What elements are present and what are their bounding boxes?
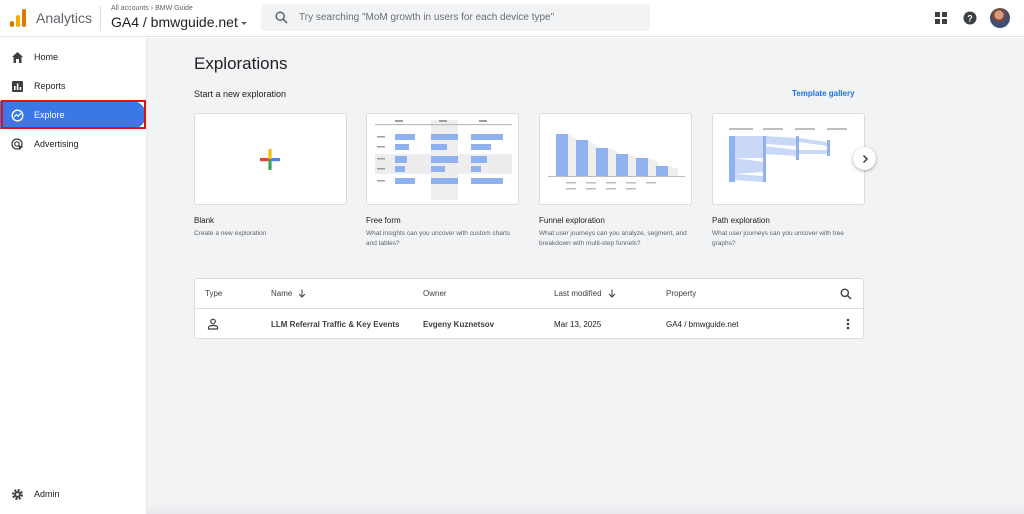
sidebar-item-label: Advertising	[34, 139, 79, 149]
template-card-blank[interactable]	[194, 113, 347, 205]
app-name: Analytics	[36, 10, 93, 26]
header-divider	[100, 6, 101, 31]
free-form-thumbnail-icon	[375, 120, 512, 200]
sidebar-item-admin[interactable]: Admin	[0, 480, 146, 508]
breadcrumb[interactable]: All accounts › BMW Guide	[111, 5, 193, 12]
column-label: Name	[271, 289, 293, 298]
template-card-free-form[interactable]	[366, 113, 519, 205]
column-label: Type	[205, 289, 223, 298]
person-icon	[207, 318, 219, 330]
template-title-free-form: Free form	[366, 216, 401, 225]
next-templates-button[interactable]	[853, 147, 876, 170]
search-icon	[275, 11, 288, 24]
sidebar-item-label: Explore	[34, 110, 65, 120]
template-desc-path: What user journeys can you uncover with …	[712, 230, 844, 247]
section-label: Start a new exploration	[194, 89, 287, 99]
arrow-down-icon	[608, 289, 615, 298]
explore-icon	[11, 108, 24, 122]
template-desc-funnel: What user journeys can you analyze, segm…	[539, 230, 687, 247]
column-header-last-modified[interactable]: Last modified	[554, 289, 616, 298]
column-header-name[interactable]: Name	[271, 289, 306, 298]
sidebar: Home Reports Explore Advertising Admin	[0, 38, 147, 514]
sidebar-item-home[interactable]: Home	[0, 43, 146, 71]
template-desc-free-form: What insights can you uncover with custo…	[366, 230, 511, 247]
main-content: Explorations Start a new exploration Tem…	[147, 38, 1024, 514]
bottom-shade	[147, 504, 1024, 514]
arrow-down-icon	[298, 289, 306, 298]
template-title-funnel: Funnel exploration	[539, 216, 605, 225]
sidebar-item-advertising[interactable]: Advertising	[0, 130, 146, 158]
search-bar[interactable]	[261, 4, 650, 31]
column-header-owner[interactable]: Owner	[423, 289, 447, 298]
table-row[interactable]: LLM Referral Traffic & Key Events Evgeny…	[195, 309, 863, 339]
sidebar-item-explore[interactable]: Explore	[0, 101, 146, 129]
row-last-modified: Mar 13, 2025	[554, 320, 602, 329]
sidebar-item-label: Reports	[34, 81, 66, 91]
breadcrumb-all-accounts[interactable]: All accounts	[111, 5, 149, 12]
sidebar-item-label: Admin	[34, 489, 60, 499]
plus-icon	[260, 149, 280, 170]
template-card-path[interactable]	[712, 113, 865, 205]
template-desc-blank: Create a new exploration	[194, 230, 267, 237]
column-label: Owner	[423, 289, 447, 298]
svg-text:?: ?	[967, 13, 973, 23]
column-header-type[interactable]: Type	[205, 289, 222, 298]
sidebar-item-label: Home	[34, 52, 59, 62]
column-label: Property	[666, 289, 697, 298]
path-thumbnail-icon	[729, 128, 847, 182]
help-icon[interactable]: ?	[963, 11, 977, 25]
more-vert-icon[interactable]	[845, 318, 851, 330]
template-gallery-link[interactable]: Template gallery	[792, 89, 855, 98]
home-icon	[12, 51, 23, 63]
table-header: Type Name Owner Last modified Property	[195, 279, 863, 309]
row-name-link[interactable]: LLM Referral Traffic & Key Events	[271, 320, 399, 329]
row-owner: Evgeny Kuznetsov	[423, 320, 495, 329]
top-bar: Analytics All accounts › BMW Guide GA4 /…	[0, 0, 1024, 37]
analytics-logo-icon[interactable]	[10, 9, 26, 27]
template-title-blank: Blank	[194, 216, 215, 225]
property-selector[interactable]: GA4 / bmwguide.net	[111, 14, 247, 30]
template-card-funnel[interactable]	[539, 113, 692, 205]
reports-icon	[12, 80, 23, 92]
avatar[interactable]	[990, 8, 1010, 28]
property-name: GA4 / bmwguide.net	[111, 14, 238, 30]
breadcrumb-account[interactable]: BMW Guide	[155, 5, 193, 12]
explorations-table: Type Name Owner Last modified Property L…	[194, 278, 864, 339]
template-title-path: Path exploration	[712, 216, 770, 225]
chevron-right-icon	[862, 154, 868, 163]
search-icon[interactable]	[840, 288, 852, 300]
advertising-icon	[11, 137, 24, 150]
apps-grid-icon[interactable]	[934, 11, 948, 25]
search-input[interactable]	[299, 9, 639, 26]
column-header-property[interactable]: Property	[666, 289, 696, 298]
page-title: Explorations	[194, 54, 288, 73]
chevron-right-icon: ›	[150, 5, 154, 12]
row-property: GA4 / bmwguide.net	[666, 320, 739, 329]
gear-icon	[12, 488, 23, 500]
sidebar-item-reports[interactable]: Reports	[0, 72, 146, 100]
caret-down-icon	[240, 21, 247, 25]
funnel-thumbnail-icon	[548, 134, 685, 190]
column-label: Last modified	[554, 289, 602, 298]
